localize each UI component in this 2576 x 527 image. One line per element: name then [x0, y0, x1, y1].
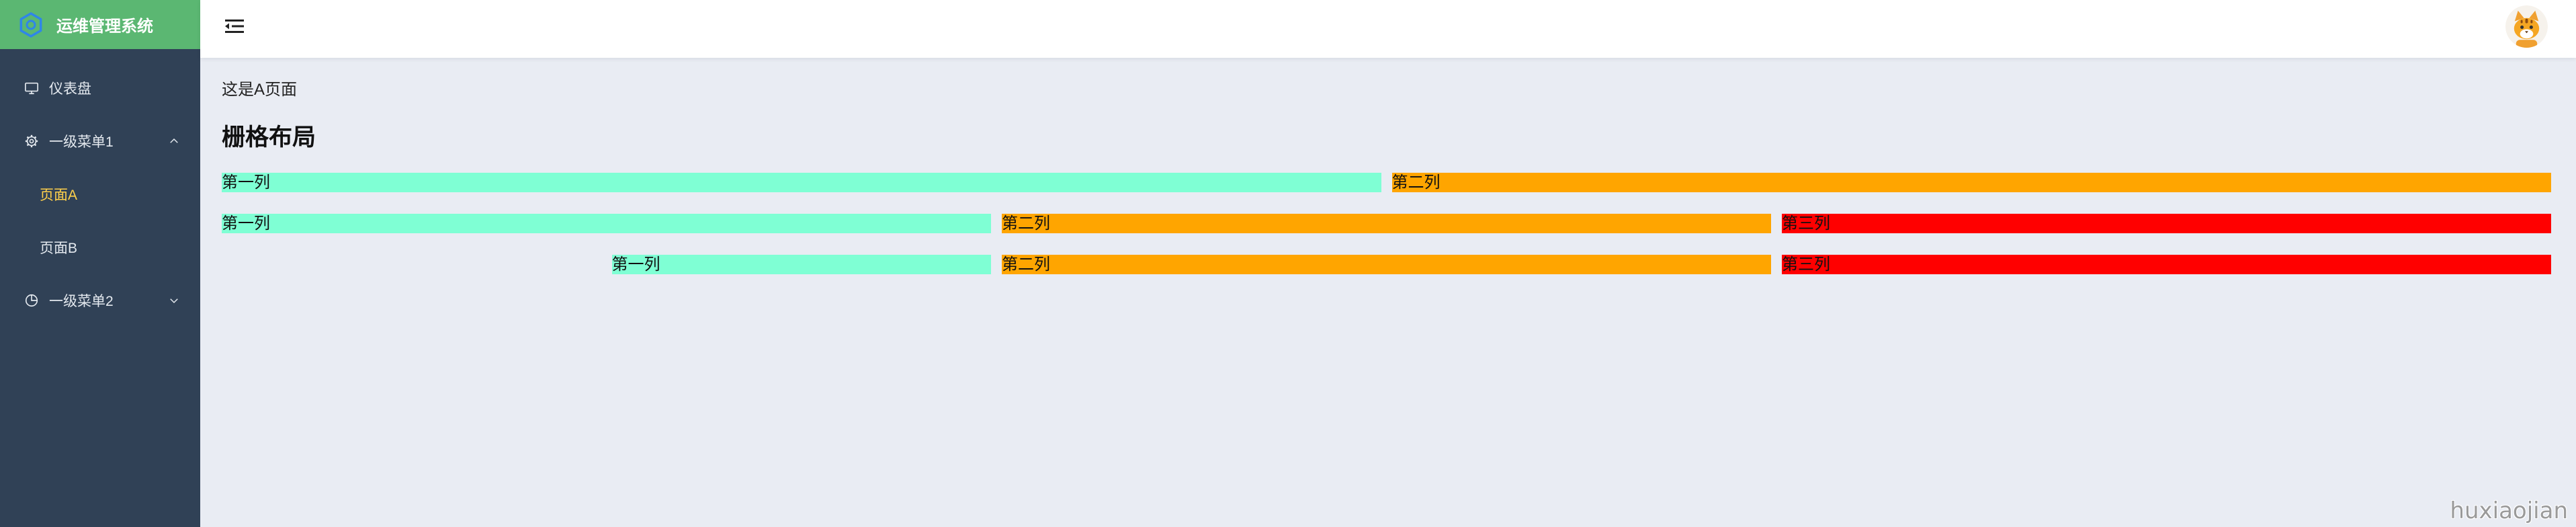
- sidebar-item-page-a[interactable]: 页面A: [0, 167, 200, 220]
- grid-col: 第三列: [1776, 214, 2557, 233]
- logo-icon: [17, 11, 44, 38]
- grid-col: 第二列: [1387, 173, 2557, 192]
- sidebar-item-dashboard[interactable]: 仪表盘: [0, 61, 200, 114]
- chevron-down-icon[interactable]: [168, 294, 180, 307]
- pie-chart-icon: [24, 293, 39, 308]
- grid-cell-col-1: 第一列: [611, 255, 991, 274]
- chevron-up-icon[interactable]: [168, 135, 180, 147]
- watermark: huxiaojian: [2450, 497, 2568, 524]
- sidebar-submenu-1[interactable]: 一级菜单1: [0, 114, 200, 167]
- app-title: 运维管理系统: [56, 17, 153, 36]
- grid-cell-col-2: 第二列: [1391, 173, 2551, 192]
- grid-row-1: 第一列 第二列: [216, 173, 2557, 192]
- sidebar-item-label: 一级菜单2: [49, 293, 114, 309]
- grid-cell-col-2: 第二列: [1001, 214, 1771, 233]
- main-content: 这是A页面 栅格布局 第一列 第二列 第一列 第二列 第三列 第一列 第二列 第…: [200, 58, 2576, 527]
- sidebar-logo[interactable]: 运维管理系统: [0, 0, 200, 49]
- grid-col: 第一列: [607, 255, 997, 274]
- setting-icon: [24, 134, 39, 149]
- sidebar-item-label: 页面B: [40, 240, 78, 256]
- grid-cell-col-1: 第一列: [222, 214, 991, 233]
- grid-col: 第一列: [216, 214, 996, 233]
- avatar[interactable]: [2505, 5, 2548, 48]
- grid-col: 第二列: [996, 255, 1776, 274]
- grid-col: 第二列: [996, 214, 1776, 233]
- grid-cell-col-3: 第三列: [1781, 255, 2551, 274]
- grid-col: 第三列: [1776, 255, 2557, 274]
- sidebar-menu: 仪表盘 一级菜单1 页面A 页面B 一级菜单2: [0, 61, 200, 327]
- grid-row-2: 第一列 第二列 第三列: [216, 214, 2557, 233]
- page-intro-text: 这是A页面: [222, 81, 298, 99]
- sidebar: 运维管理系统 仪表盘 一级菜单1 页面A 页面B 一级菜单2: [0, 0, 200, 527]
- grid-cell-col-3: 第三列: [1781, 214, 2551, 233]
- grid-cell-col-1: 第一列: [222, 173, 1381, 192]
- grid-row-3: 第一列 第二列 第三列: [216, 255, 2557, 274]
- sidebar-item-page-b[interactable]: 页面B: [0, 220, 200, 274]
- monitor-icon: [24, 81, 39, 95]
- grid-cell-col-2: 第二列: [1002, 255, 1771, 274]
- sidebar-item-label: 一级菜单1: [49, 134, 114, 150]
- grid-col: 第一列: [216, 173, 1387, 192]
- page-title: 栅格布局: [222, 124, 316, 151]
- avatar-icon: [2505, 5, 2548, 48]
- menu-fold-icon[interactable]: [225, 18, 244, 34]
- top-header: [200, 0, 2576, 58]
- sidebar-submenu-2[interactable]: 一级菜单2: [0, 274, 200, 327]
- sidebar-item-label: 页面A: [40, 187, 78, 203]
- sidebar-item-label: 仪表盘: [49, 81, 91, 97]
